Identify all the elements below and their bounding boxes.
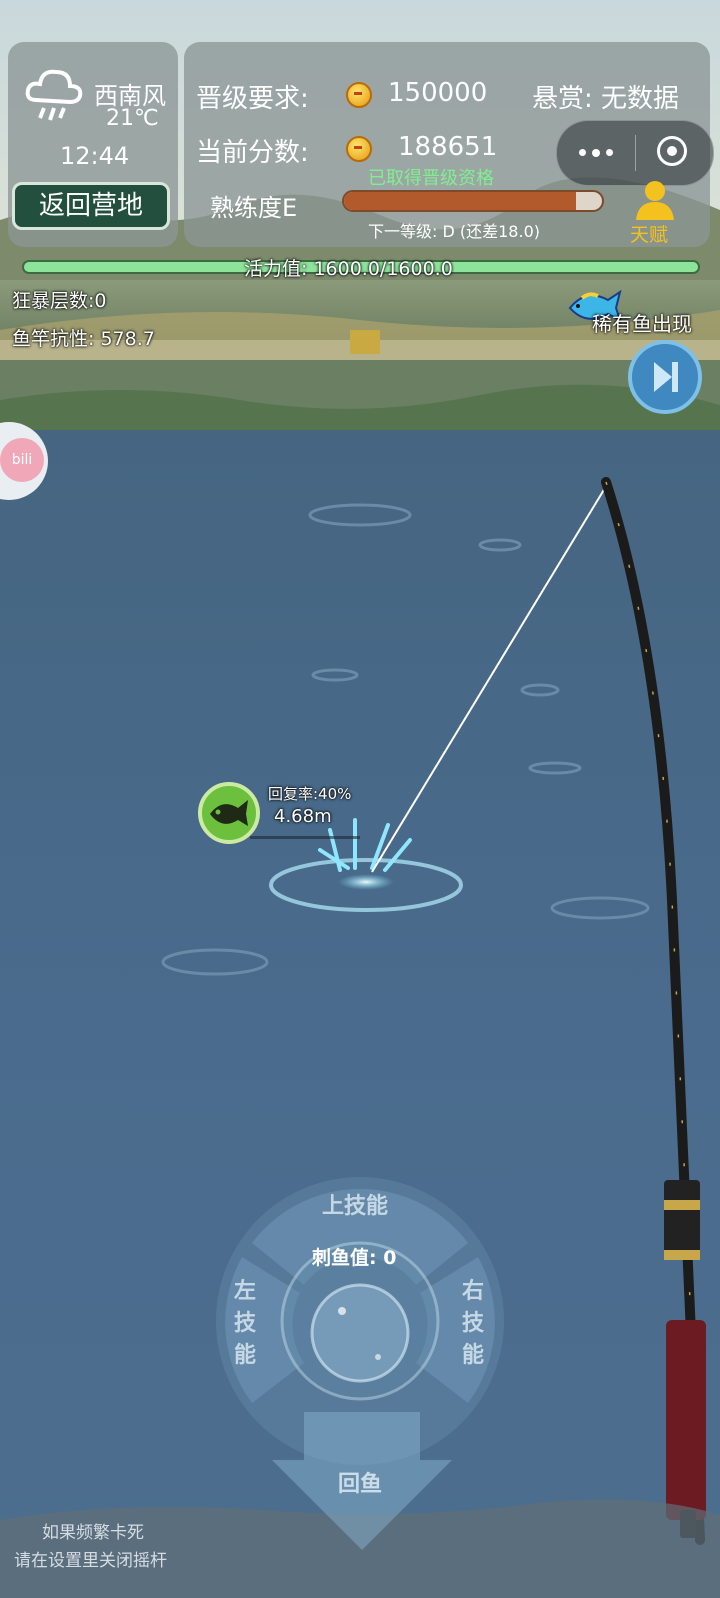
stab-value: 刺鱼值: 0 bbox=[312, 1247, 397, 1269]
vitality-text: 活力值: 1600.0/1600.0 bbox=[244, 258, 453, 280]
hint-line-1: 如果频繁卡死 bbox=[42, 1523, 144, 1543]
left-skill-button[interactable]: 左技能 bbox=[234, 1276, 258, 1372]
qualified-text: 已取得晋级资格 bbox=[368, 168, 494, 189]
talent-button[interactable]: 天赋 bbox=[630, 180, 678, 246]
fish-status-icon bbox=[198, 782, 260, 844]
promotion-label: 晋级要求: bbox=[196, 84, 309, 114]
proficiency-bar bbox=[342, 190, 604, 212]
medal-icon bbox=[346, 82, 372, 108]
next-level-text: 下一等级: D (还差18.0) bbox=[368, 222, 540, 241]
promotion-value: 150000 bbox=[388, 78, 488, 108]
rod-resistance: 鱼竿抗性: 578.7 bbox=[12, 328, 155, 350]
hint-line-2: 请在设置里关闭摇杆 bbox=[14, 1551, 167, 1571]
bounty-text: 悬赏: 无数据 bbox=[532, 84, 680, 114]
proficiency-label: 熟练度E bbox=[210, 194, 298, 222]
fish-icon bbox=[210, 800, 248, 826]
skip-button[interactable] bbox=[628, 340, 702, 414]
fish-hud-line bbox=[250, 836, 360, 839]
medal-icon bbox=[346, 136, 372, 162]
rain-cloud-icon bbox=[25, 69, 83, 121]
right-skill-button[interactable]: 右技能 bbox=[462, 1276, 486, 1372]
person-icon bbox=[636, 181, 674, 220]
up-skill-button[interactable]: 上技能 bbox=[322, 1188, 388, 1220]
capsule-divider bbox=[635, 135, 636, 171]
rare-fish-text: 稀有鱼出现 bbox=[592, 312, 692, 336]
proficiency-fill bbox=[344, 192, 577, 210]
frenzy-stacks: 狂暴层数:0 bbox=[12, 290, 107, 312]
temperature: 21℃ bbox=[106, 106, 159, 131]
recovery-rate: 回复率:40% bbox=[268, 785, 352, 803]
bilibili-logo: bili bbox=[0, 438, 44, 482]
mini-program-capsule bbox=[556, 120, 714, 186]
close-icon[interactable] bbox=[657, 136, 687, 166]
fish-distance: 4.68m bbox=[274, 806, 332, 827]
return-camp-button[interactable]: 返回营地 bbox=[12, 182, 170, 230]
talent-label: 天赋 bbox=[630, 224, 669, 246]
skip-icon bbox=[654, 362, 678, 392]
current-score-value: 188651 bbox=[398, 132, 498, 162]
clock-time: 12:44 bbox=[60, 142, 130, 170]
current-score-label: 当前分数: bbox=[196, 138, 309, 168]
more-icon[interactable] bbox=[579, 149, 615, 157]
reel-label: 回鱼 bbox=[338, 1472, 383, 1497]
